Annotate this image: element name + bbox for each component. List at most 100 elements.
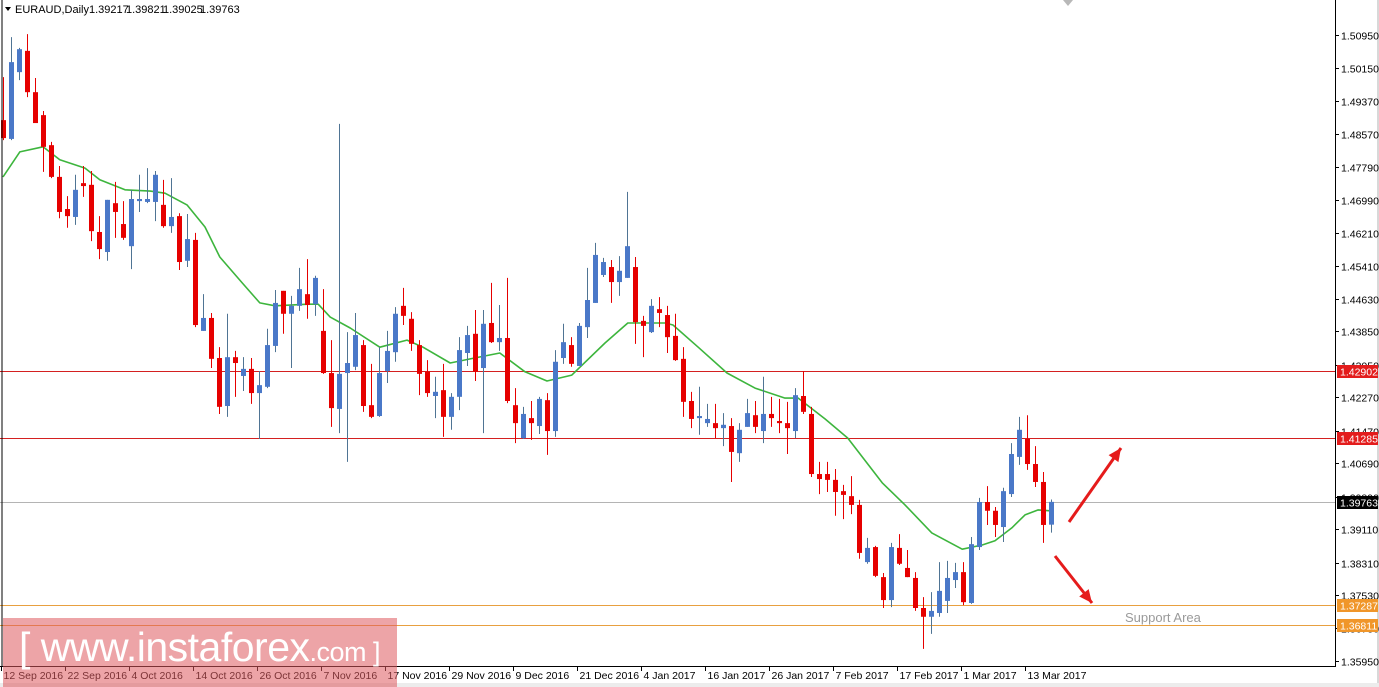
candle-bearish (809, 406, 814, 477)
ohlc-open: 1.39217 (89, 4, 129, 16)
candle-body (505, 337, 510, 402)
candle-body (185, 239, 190, 261)
candle-body (217, 358, 222, 407)
candle-body (153, 174, 158, 202)
candle-body (841, 491, 846, 495)
candle-body (649, 305, 654, 333)
y-tick-label: 1.47790 (1341, 163, 1379, 175)
candle-body (713, 423, 718, 429)
y-tick-label: 1.38310 (1341, 559, 1379, 571)
y-tick-label: 1.40690 (1341, 459, 1379, 471)
candle-bullish (577, 322, 582, 366)
candle-body (417, 345, 422, 374)
candle-body (241, 368, 246, 376)
candle-body (985, 501, 990, 511)
y-tick-label: 1.50150 (1341, 64, 1379, 76)
candle-body (113, 203, 118, 212)
candle-body (249, 368, 254, 394)
candle-body (793, 395, 798, 432)
candle-body (401, 305, 406, 316)
candle-bearish (193, 232, 198, 328)
y-tick-label: 1.46210 (1341, 229, 1379, 241)
candle-body (809, 413, 814, 475)
level-label-resistance: 1.42902 (1340, 367, 1378, 379)
y-tick-label: 1.42270 (1341, 393, 1379, 405)
candle-bearish (361, 340, 366, 412)
candle-body (433, 391, 438, 396)
candle-bearish (857, 499, 862, 559)
x-tick-label: 16 Jan 2017 (708, 670, 766, 682)
candle-body (825, 474, 830, 480)
candle-body (601, 262, 606, 275)
candle-body (73, 189, 78, 217)
candle-body (889, 547, 894, 601)
candle-body (641, 320, 646, 326)
candle-body (937, 590, 942, 614)
candle-body (121, 224, 126, 238)
x-tick-label: 26 Jan 2017 (772, 670, 830, 682)
candle-body (1041, 481, 1046, 525)
candle-body (961, 572, 966, 603)
candle-body (337, 373, 342, 409)
candle-body (873, 547, 878, 576)
candle-body (881, 577, 886, 601)
candle-body (465, 335, 470, 354)
x-tick-label: 21 Dec 2016 (580, 670, 640, 682)
x-tick-label: 1 Mar 2017 (964, 670, 1017, 682)
candle-body (161, 204, 166, 227)
candle-body (521, 413, 526, 439)
candle-body (425, 371, 430, 394)
candle-body (721, 424, 726, 429)
candle-body (681, 358, 686, 402)
candle-body (777, 421, 782, 424)
candle-body (593, 254, 598, 303)
candle-bullish (105, 199, 110, 261)
candle-bearish (49, 141, 54, 179)
candle-body (753, 415, 758, 427)
candle-body (273, 302, 278, 346)
symbol-timeframe: EURAUD,Daily (15, 4, 89, 16)
instaforex-watermark: [ www.instaforex.com ] (3, 618, 397, 687)
candle-body (745, 413, 750, 427)
candle-body (225, 357, 230, 407)
level-label-support: 1.36811 (1340, 621, 1377, 633)
candle-body (537, 398, 542, 427)
watermark-text: [ www.instaforex.com ] (19, 624, 381, 671)
ohlc-close: 1.39763 (200, 4, 240, 16)
candle-body (385, 350, 390, 371)
candle-bullish (977, 497, 982, 550)
x-tick-label: 13 Mar 2017 (1028, 670, 1087, 682)
y-tick-label: 1.48570 (1341, 130, 1379, 142)
candle-body (545, 400, 550, 432)
candlestick-chart[interactable]: 1.50950 1.50150 1.49370 1.48570 1.47790 1.469… (0, 0, 1379, 687)
candle-body (81, 183, 86, 187)
candle-body (913, 577, 918, 608)
candle-body (265, 345, 270, 387)
candle-body (297, 289, 302, 306)
candle-bullish (889, 542, 894, 608)
y-tick-label: 1.43850 (1341, 327, 1379, 339)
candle-body (633, 267, 638, 323)
candle-body (513, 405, 518, 424)
candle-body (569, 345, 574, 364)
candle-body (929, 610, 934, 617)
candle-body (761, 413, 766, 432)
candle-body (201, 317, 206, 331)
candle-body (441, 390, 446, 417)
candle-body (665, 315, 670, 338)
y-tick-label: 1.35950 (1341, 657, 1379, 669)
candle-body (769, 413, 774, 419)
candle-body (945, 577, 950, 601)
candle-body (257, 385, 262, 394)
candle-body (489, 322, 494, 343)
candle-body (41, 115, 46, 147)
candle-body (105, 199, 110, 253)
watermark-main: [ www.instaforex (19, 624, 310, 670)
x-tick-label: 17 Feb 2017 (900, 670, 959, 682)
candle-body (361, 345, 366, 407)
candle-body (897, 547, 902, 564)
level-label-current: 1.39763 (1340, 498, 1378, 510)
candle-body (553, 361, 558, 432)
candle-body (89, 184, 94, 232)
candle-body (529, 418, 534, 424)
